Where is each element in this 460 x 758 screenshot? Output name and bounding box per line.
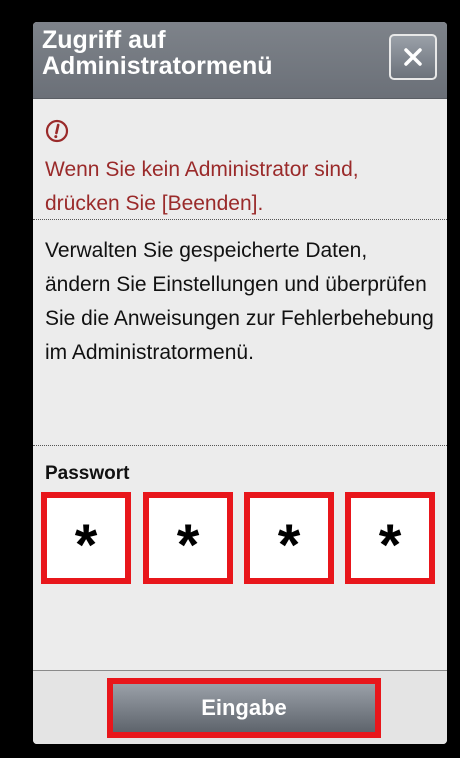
alert-icon: [45, 119, 69, 143]
admin-menu-dialog: Zugriff auf Administratormenü Wenn Sie k…: [33, 22, 447, 744]
dialog-title: Zugriff auf Administratormenü: [42, 26, 273, 80]
warning-message: Wenn Sie kein Administrator sind, drücke…: [45, 158, 359, 215]
password-digit-2[interactable]: *: [143, 492, 233, 584]
password-digit-mask: *: [277, 513, 301, 578]
password-label: Passwort: [45, 463, 130, 484]
dialog-footer: Eingabe: [33, 670, 447, 744]
password-digit-mask: *: [74, 513, 98, 578]
password-digit-mask: *: [176, 513, 200, 578]
close-icon: [404, 48, 422, 66]
password-digit-1[interactable]: *: [41, 492, 131, 584]
close-button[interactable]: [389, 34, 437, 80]
password-digit-mask: *: [378, 513, 402, 578]
password-digit-3[interactable]: *: [244, 492, 334, 584]
dialog-titlebar: Zugriff auf Administratormenü: [33, 22, 447, 99]
password-digit-4[interactable]: *: [345, 492, 435, 584]
description-text: Verwalten Sie gespeicherte Daten, ändern…: [45, 239, 434, 364]
divider: [33, 219, 447, 220]
enter-button[interactable]: Eingabe: [107, 678, 381, 738]
divider: [33, 445, 447, 446]
